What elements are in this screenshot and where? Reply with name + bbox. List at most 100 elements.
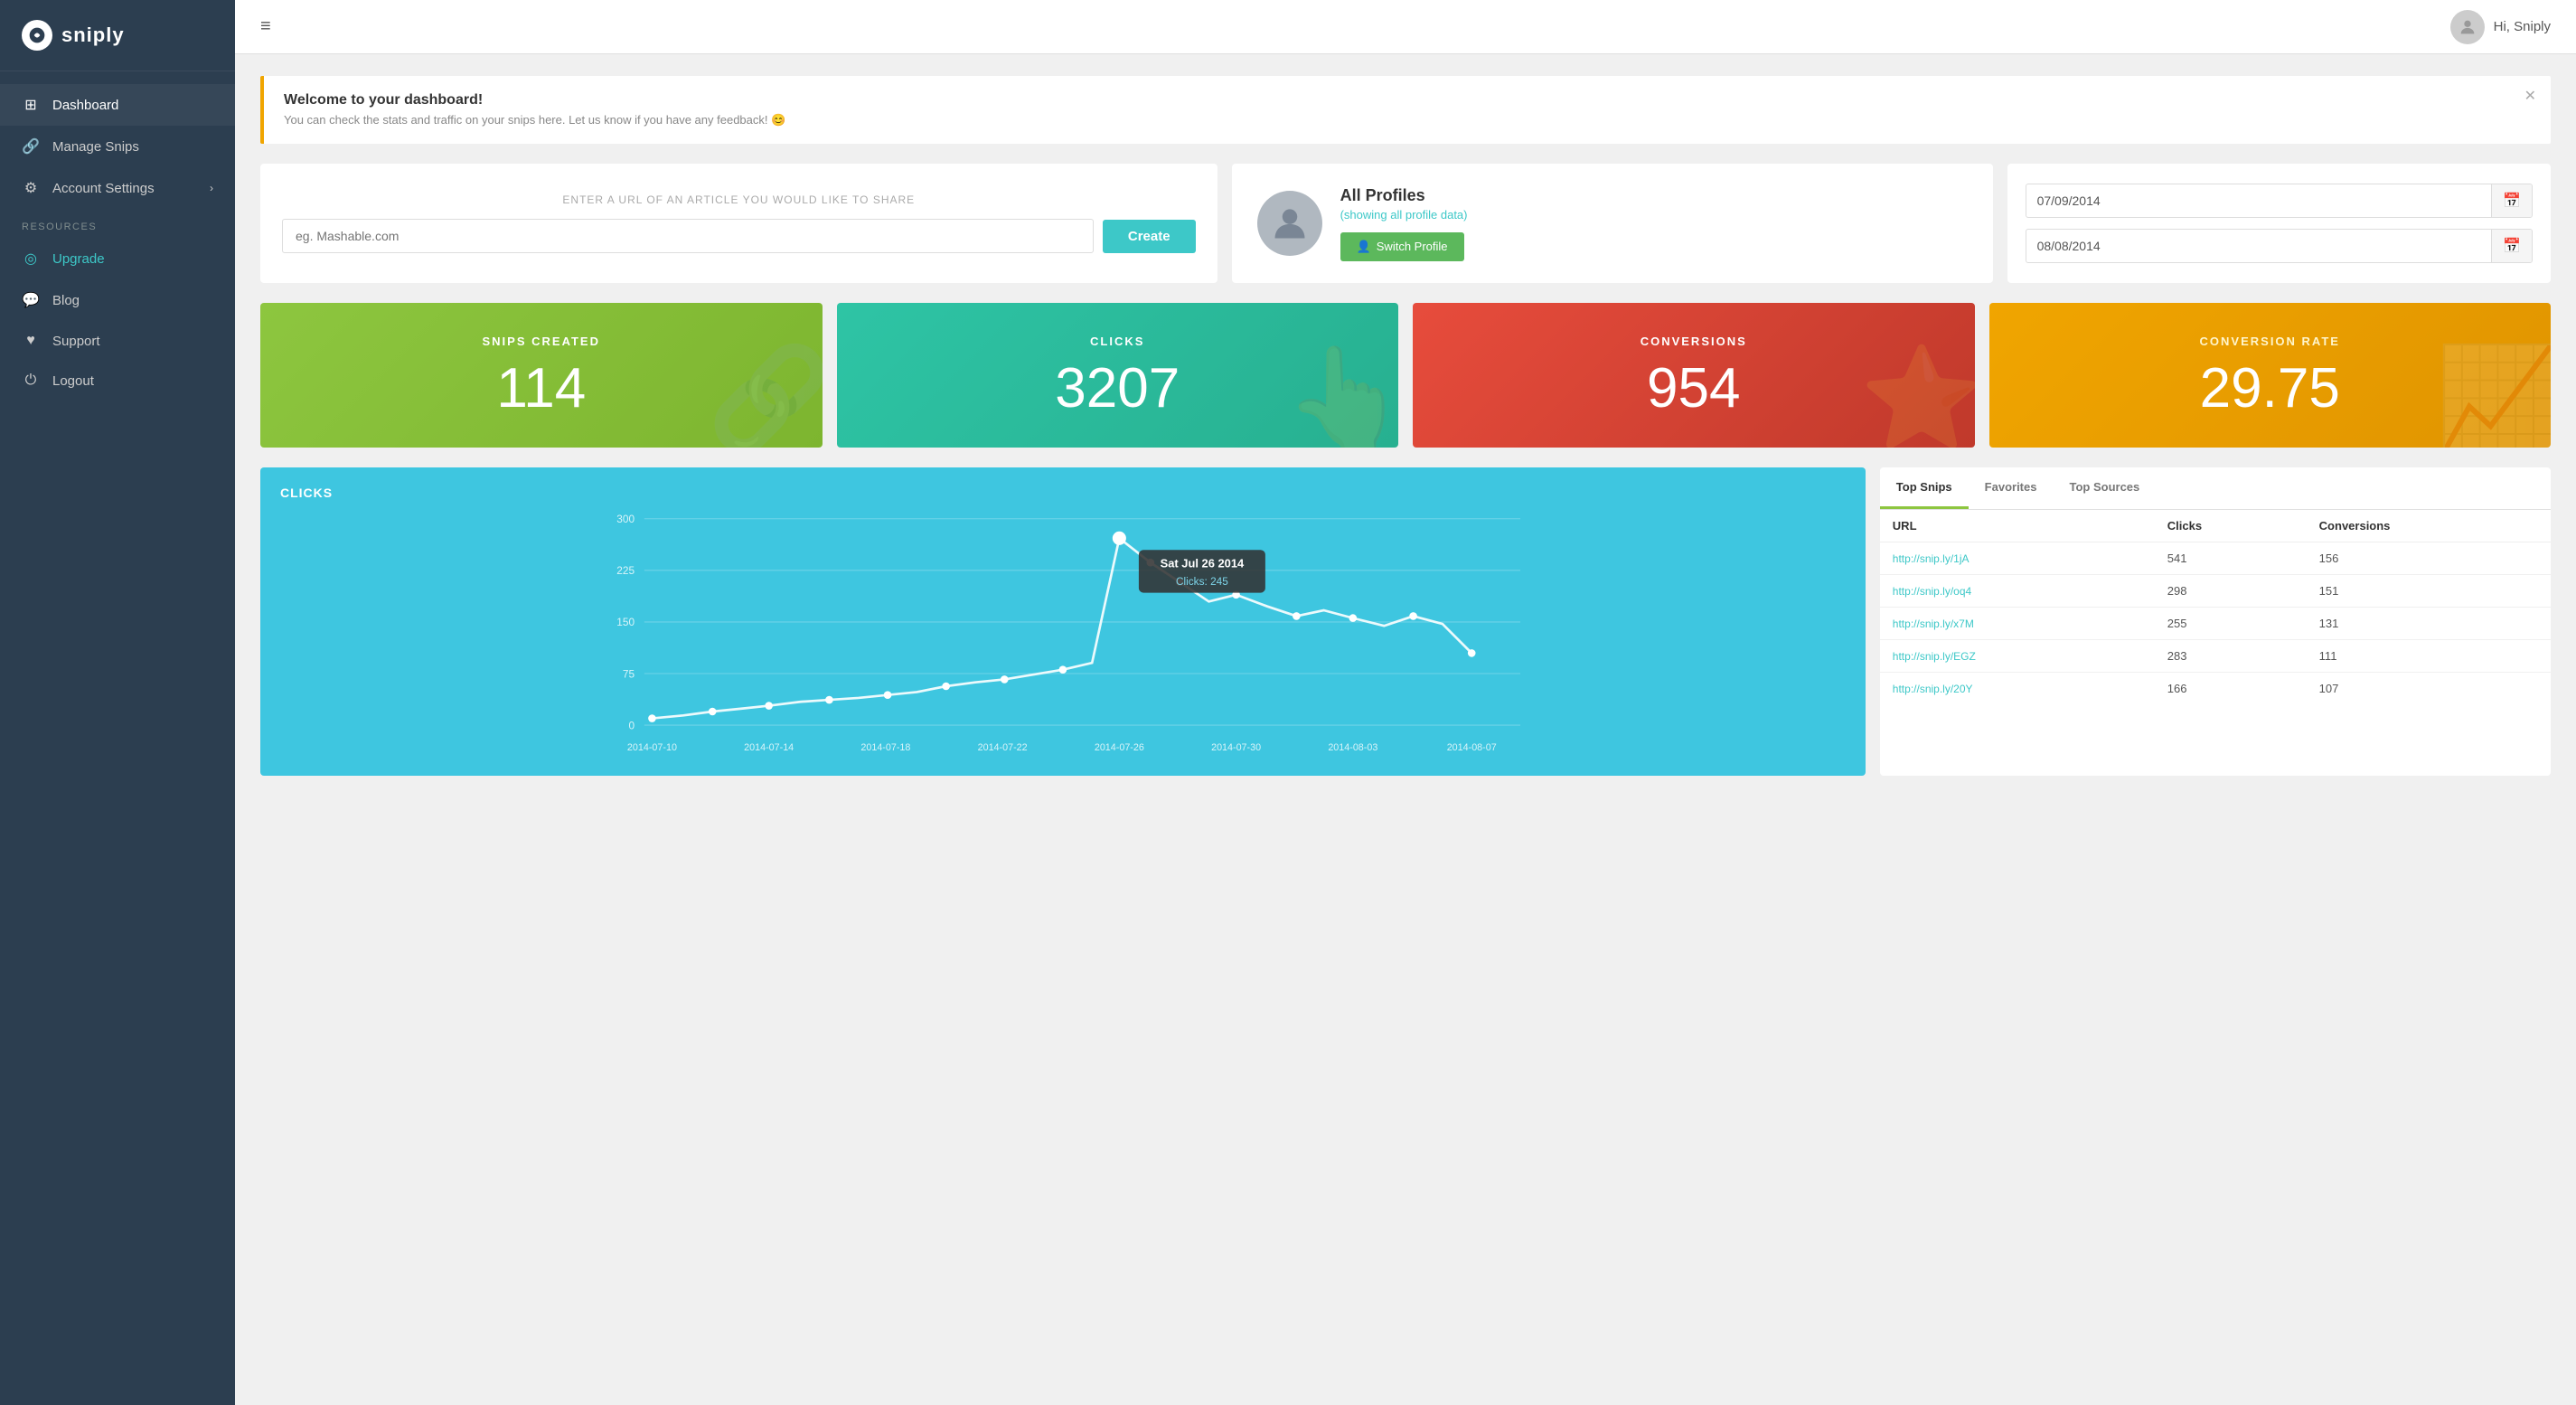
sidebar-item-blog[interactable]: 💬 Blog	[0, 279, 235, 321]
end-date-row: 📅	[2026, 229, 2533, 263]
create-button[interactable]: Create	[1103, 220, 1196, 253]
table-row: http://snip.ly/EGZ 283 111	[1880, 640, 2551, 673]
svg-text:2014-07-14: 2014-07-14	[744, 742, 794, 753]
svg-text:2014-07-30: 2014-07-30	[1211, 742, 1261, 753]
profile-card: All Profiles (showing all profile data) …	[1232, 164, 1993, 283]
cell-conversions: 131	[2307, 608, 2551, 640]
svg-text:2014-07-26: 2014-07-26	[1095, 742, 1144, 753]
hamburger-icon[interactable]: ≡	[260, 16, 271, 37]
support-icon: ♥	[22, 333, 40, 349]
url-input[interactable]	[282, 219, 1094, 253]
svg-text:2014-07-10: 2014-07-10	[627, 742, 677, 753]
welcome-title: Welcome to your dashboard!	[284, 92, 2531, 108]
svg-text:2014-07-18: 2014-07-18	[860, 742, 910, 753]
sidebar-item-dashboard-label: Dashboard	[52, 98, 118, 113]
tab-top-sources[interactable]: Top Sources	[2053, 467, 2156, 509]
rate-label: CONVERSION RATE	[2200, 335, 2340, 348]
profile-info: All Profiles (showing all profile data) …	[1340, 186, 1968, 261]
sidebar-item-support[interactable]: ♥ Support	[0, 321, 235, 361]
svg-text:2014-07-22: 2014-07-22	[978, 742, 1028, 753]
resources-label: RESOURCES	[0, 209, 235, 238]
stat-card-snips: 🔗 SNIPS CREATED 114	[260, 303, 823, 448]
table-tabs: Top Snips Favorites Top Sources	[1880, 467, 2551, 510]
cell-url[interactable]: http://snip.ly/1jA	[1880, 542, 2155, 575]
end-date-input[interactable]	[2026, 231, 2492, 261]
svg-text:150: 150	[616, 616, 635, 628]
sidebar-item-support-label: Support	[52, 334, 100, 349]
link-icon: 🔗	[22, 137, 40, 156]
dashboard-icon: ⊞	[22, 96, 40, 114]
sidebar-item-manage-snips[interactable]: 🔗 Manage Snips	[0, 126, 235, 167]
user-info: Hi, Sniply	[2450, 10, 2551, 44]
stat-card-clicks: 👆 CLICKS 3207	[837, 303, 1399, 448]
date-card: 📅 📅	[2007, 164, 2551, 283]
cell-conversions: 107	[2307, 673, 2551, 705]
cell-url[interactable]: http://snip.ly/x7M	[1880, 608, 2155, 640]
profile-avatar	[1257, 191, 1322, 256]
logout-icon: ⏻	[22, 372, 40, 389]
logo-text: sniply	[61, 24, 125, 47]
url-card: ENTER A URL OF AN ARTICLE YOU WOULD LIKE…	[260, 164, 1217, 283]
stat-card-conversion-rate: 📈 CONVERSION RATE 29.75	[1989, 303, 2552, 448]
cell-conversions: 111	[2307, 640, 2551, 673]
cell-conversions: 151	[2307, 575, 2551, 608]
welcome-message: You can check the stats and traffic on y…	[284, 113, 2531, 127]
table-row: http://snip.ly/x7M 255 131	[1880, 608, 2551, 640]
tab-favorites[interactable]: Favorites	[1969, 467, 2054, 509]
cell-url[interactable]: http://snip.ly/20Y	[1880, 673, 2155, 705]
start-date-row: 📅	[2026, 184, 2533, 218]
close-banner-button[interactable]: ✕	[2524, 87, 2536, 105]
cell-clicks: 541	[2155, 542, 2307, 575]
calendar-start-icon[interactable]: 📅	[2491, 184, 2532, 217]
clicks-bg-icon: 👆	[1283, 340, 1398, 448]
upgrade-icon: ◎	[22, 250, 40, 268]
stat-card-conversions: ⭐ CONVERSIONS 954	[1413, 303, 1975, 448]
svg-text:300: 300	[616, 513, 635, 525]
cell-clicks: 255	[2155, 608, 2307, 640]
person-icon: 👤	[1357, 240, 1371, 254]
sidebar-item-upgrade-label: Upgrade	[52, 251, 105, 267]
sidebar-item-account-settings[interactable]: ⚙ Account Settings ›	[0, 167, 235, 209]
profile-sub: (showing all profile data)	[1340, 208, 1968, 222]
clicks-value: 3207	[1055, 361, 1180, 417]
calendar-end-icon[interactable]: 📅	[2491, 230, 2532, 262]
blog-icon: 💬	[22, 291, 40, 309]
logo-icon	[22, 20, 52, 51]
url-input-row: Create	[282, 219, 1196, 253]
chevron-right-icon: ›	[210, 182, 213, 194]
conversions-value: 954	[1647, 361, 1740, 417]
svg-text:Sat Jul 26 2014: Sat Jul 26 2014	[1161, 557, 1245, 570]
table-row: http://snip.ly/oq4 298 151	[1880, 575, 2551, 608]
tab-top-snips[interactable]: Top Snips	[1880, 467, 1969, 509]
svg-text:0: 0	[628, 719, 635, 731]
bottom-row: CLICKS 300 225 150 75 0	[260, 467, 2551, 776]
svg-text:75: 75	[623, 667, 635, 680]
cell-url[interactable]: http://snip.ly/EGZ	[1880, 640, 2155, 673]
settings-icon: ⚙	[22, 179, 40, 197]
switch-profile-label: Switch Profile	[1377, 240, 1448, 253]
cell-clicks: 283	[2155, 640, 2307, 673]
svg-text:2014-08-03: 2014-08-03	[1328, 742, 1377, 753]
topbar: ≡ Hi, Sniply	[235, 0, 2576, 54]
chart-card: CLICKS 300 225 150 75 0	[260, 467, 1866, 776]
switch-profile-button[interactable]: 👤 Switch Profile	[1340, 232, 1464, 261]
col-conversions: Conversions	[2307, 510, 2551, 542]
sidebar-item-upgrade[interactable]: ◎ Upgrade	[0, 238, 235, 279]
cell-url[interactable]: http://snip.ly/oq4	[1880, 575, 2155, 608]
col-clicks: Clicks	[2155, 510, 2307, 542]
sidebar-item-dashboard[interactable]: ⊞ Dashboard	[0, 84, 235, 126]
conversions-bg-icon: ⭐	[1860, 340, 1975, 448]
table-row: http://snip.ly/20Y 166 107	[1880, 673, 2551, 705]
profile-name: All Profiles	[1340, 186, 1968, 205]
snips-bg-icon: 🔗	[708, 340, 823, 448]
col-url: URL	[1880, 510, 2155, 542]
table-row: http://snip.ly/1jA 541 156	[1880, 542, 2551, 575]
cell-clicks: 298	[2155, 575, 2307, 608]
welcome-banner: Welcome to your dashboard! You can check…	[260, 76, 2551, 144]
svg-text:Clicks: 245: Clicks: 245	[1176, 575, 1228, 588]
sidebar-item-manage-snips-label: Manage Snips	[52, 139, 139, 155]
url-card-label: ENTER A URL OF AN ARTICLE YOU WOULD LIKE…	[282, 193, 1196, 206]
sidebar-nav: ⊞ Dashboard 🔗 Manage Snips ⚙ Account Set…	[0, 71, 235, 1405]
start-date-input[interactable]	[2026, 185, 2492, 216]
sidebar-item-logout[interactable]: ⏻ Logout	[0, 361, 235, 401]
